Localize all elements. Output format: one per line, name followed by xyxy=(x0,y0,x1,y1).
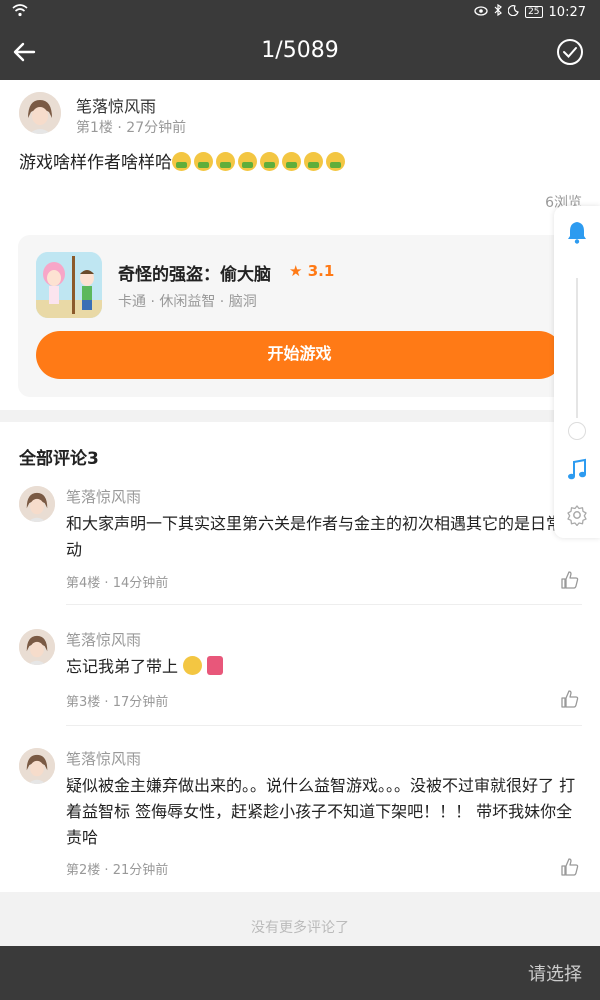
comment-time: 21分钟前 xyxy=(112,863,169,878)
rating-value: 3.1 xyxy=(307,262,335,280)
comment-author[interactable]: 笔落惊风雨 xyxy=(66,748,141,769)
nauseated-face-emoji-icon xyxy=(260,152,279,171)
no-more-comments: 没有更多评论了 xyxy=(251,920,349,934)
comment-text: 忘记我弟了带上 xyxy=(66,654,582,680)
post-content: 游戏啥样作者啥样哈 xyxy=(19,148,348,173)
post-meta: 第1楼 · 27分钟前 xyxy=(76,120,187,136)
game-card[interactable]: 奇怪的强盗：偷大脑 ★ 3.1 卡通 · 休闲益智 · 脑洞 开始游戏 xyxy=(18,235,582,397)
battery-icon: 25 xyxy=(525,6,543,18)
slider-track[interactable] xyxy=(576,278,578,418)
wifi-icon xyxy=(12,3,28,21)
post-time: 27分钟前 xyxy=(126,120,187,136)
comment-meta: 第2楼 · 21分钟前 xyxy=(66,863,169,878)
status-bar: 25 10:27 xyxy=(0,0,600,24)
eye-roll-emoji-icon xyxy=(183,656,203,675)
nail-polish-emoji-icon xyxy=(207,656,224,675)
slider-handle[interactable] xyxy=(568,422,586,440)
comment-floor: 第3楼 xyxy=(66,695,101,710)
comment-meta: 第4楼 · 14分钟前 xyxy=(66,576,169,591)
post-author-name[interactable]: 笔落惊风雨 xyxy=(76,93,156,117)
avatar[interactable] xyxy=(19,629,55,665)
comment-author[interactable]: 笔落惊风雨 xyxy=(66,629,141,650)
post-emojis xyxy=(172,152,348,173)
comment-floor: 第2楼 xyxy=(66,863,101,878)
thumbs-up-icon[interactable] xyxy=(560,570,580,590)
comment-floor: 第4楼 xyxy=(66,576,101,591)
game-rating: ★ 3.1 xyxy=(289,262,334,280)
comments-header: 全部评论3 xyxy=(19,449,99,469)
comment-text: 疑似被金主嫌弃做出来的。。说什么益智游戏。。。没被不过审就很好了 打着益智标 签… xyxy=(66,776,576,847)
nauseated-face-emoji-icon xyxy=(304,152,323,171)
comment-time: 14分钟前 xyxy=(112,576,169,591)
game-tags: 卡通 · 休闲益智 · 脑洞 xyxy=(118,294,257,310)
music-note-icon[interactable] xyxy=(566,458,588,482)
nauseated-face-emoji-icon xyxy=(194,152,213,171)
bluetooth-icon xyxy=(494,3,503,20)
comment-text: 和大家声明一下其实这里第六关是作者与金主的初次相遇其它的是日常活动 xyxy=(66,514,579,559)
eye-icon xyxy=(474,5,488,20)
page-counter: 1/5089 xyxy=(261,38,339,63)
comment-text-body: 忘记我弟了带上 xyxy=(66,657,179,676)
nauseated-face-emoji-icon xyxy=(238,152,257,171)
avatar[interactable] xyxy=(19,486,55,522)
comment-author[interactable]: 笔落惊风雨 xyxy=(66,486,141,507)
nauseated-face-emoji-icon xyxy=(282,152,301,171)
check-circle-icon[interactable] xyxy=(556,38,584,66)
bottom-bar: 请选择 xyxy=(0,946,600,1000)
avatar[interactable] xyxy=(19,748,55,784)
post-card: 笔落惊风雨 第1楼 · 27分钟前 游戏啥样作者啥样哈 6浏览 奇怪的强盗：偷大… xyxy=(0,80,600,410)
clock-time: 10:27 xyxy=(548,4,586,20)
select-button[interactable]: 请选择 xyxy=(528,960,582,986)
star-icon: ★ xyxy=(289,262,303,280)
comments-section: 全部评论3 笔落惊风雨 和大家声明一下其实这里第六关是作者与金主的初次相遇其它的… xyxy=(0,422,600,892)
post-floor: 第1楼 xyxy=(76,120,113,136)
moon-icon xyxy=(507,4,519,20)
nauseated-face-emoji-icon xyxy=(172,152,191,171)
thumbs-up-icon[interactable] xyxy=(560,689,580,709)
comment-meta: 第3楼 · 17分钟前 xyxy=(66,695,169,710)
comment-time: 17分钟前 xyxy=(112,695,169,710)
bell-icon[interactable] xyxy=(566,220,588,244)
floating-tool-panel xyxy=(554,206,600,538)
thumbs-up-icon[interactable] xyxy=(560,857,580,877)
avatar[interactable] xyxy=(19,92,61,134)
nauseated-face-emoji-icon xyxy=(326,152,345,171)
divider xyxy=(66,604,582,605)
top-bar: 1/5089 xyxy=(0,24,600,80)
game-name[interactable]: 奇怪的强盗：偷大脑 xyxy=(118,260,271,285)
nauseated-face-emoji-icon xyxy=(216,152,235,171)
post-text: 游戏啥样作者啥样哈 xyxy=(19,153,172,173)
start-game-button[interactable]: 开始游戏 xyxy=(36,331,563,379)
gear-icon[interactable] xyxy=(566,504,588,527)
game-icon[interactable] xyxy=(36,252,102,318)
divider xyxy=(66,725,582,726)
